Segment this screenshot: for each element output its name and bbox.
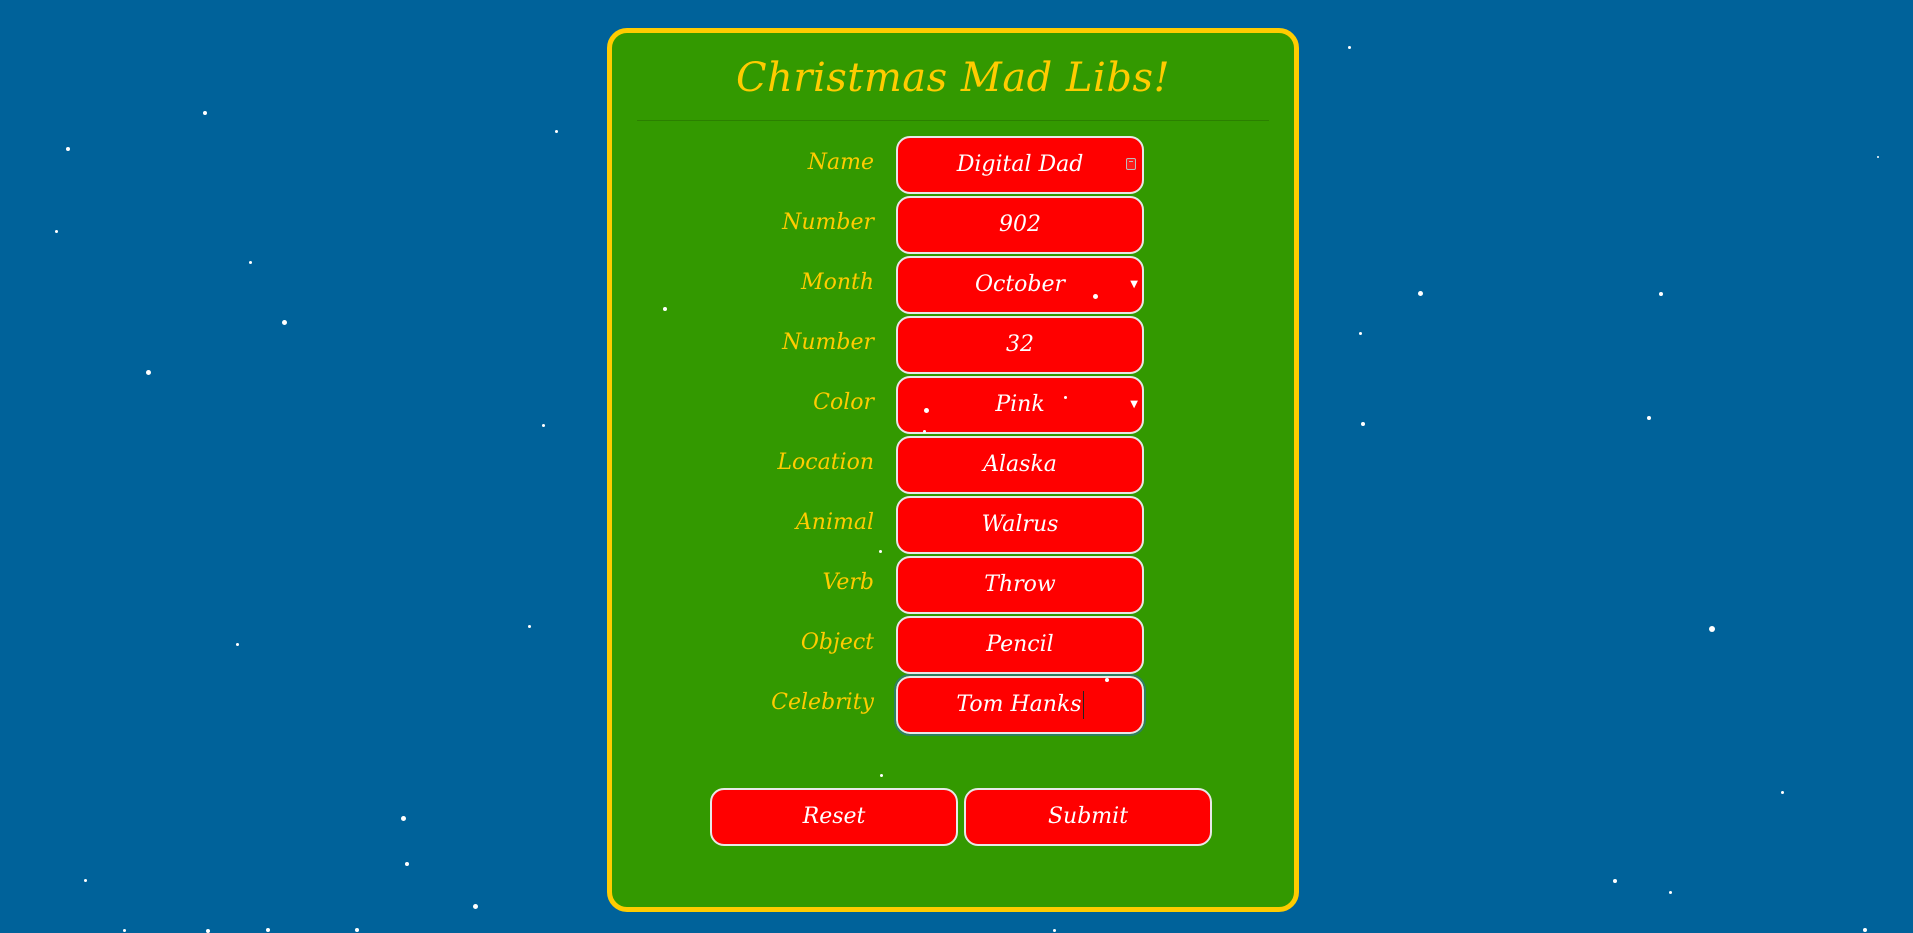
form-row-number-2: Number 32: [612, 316, 1304, 374]
form-row-verb: Verb Throw: [612, 556, 1304, 614]
snowflake: [249, 261, 252, 264]
snowflake: [555, 130, 558, 133]
object-input-value: Pencil: [986, 632, 1054, 657]
snowflake: [282, 320, 287, 325]
number-2-label: Number: [782, 330, 874, 355]
number-input-value: 902: [999, 212, 1041, 237]
color-label: Color: [813, 390, 874, 415]
snowflake: [1647, 416, 1651, 420]
form-row-month: Month October ▼: [612, 256, 1304, 314]
snowflake: [66, 147, 70, 151]
snowflake: [528, 625, 531, 628]
title-divider: [637, 120, 1269, 121]
snowflake: [84, 879, 87, 882]
mad-libs-form-card: Christmas Mad Libs! Name Digital Dad Num…: [607, 28, 1299, 912]
autofill-contact-icon[interactable]: [1126, 158, 1136, 170]
form-row-color: Color Pink ▼: [612, 376, 1304, 434]
snowflake: [1418, 291, 1423, 296]
form-row-number: Number 902: [612, 196, 1304, 254]
form-row-animal: Animal Walrus: [612, 496, 1304, 554]
verb-input-value: Throw: [984, 572, 1056, 597]
snowflake: [1669, 891, 1672, 894]
number-2-input[interactable]: 32: [896, 316, 1144, 374]
animal-input-value: Walrus: [981, 512, 1059, 537]
verb-label: Verb: [822, 570, 875, 595]
form-row-celebrity: Celebrity Tom Hanks: [612, 674, 1304, 736]
text-cursor: [1082, 691, 1084, 719]
snowflake: [1359, 332, 1362, 335]
object-label: Object: [800, 630, 874, 655]
snowflake: [401, 816, 406, 821]
month-label: Month: [801, 270, 874, 295]
name-label: Name: [807, 150, 874, 175]
snowflake: [1659, 292, 1663, 296]
object-input[interactable]: Pencil: [896, 616, 1144, 674]
location-input[interactable]: Alaska: [896, 436, 1144, 494]
month-select[interactable]: October ▼: [896, 256, 1144, 314]
snowflake: [55, 230, 58, 233]
animal-input[interactable]: Walrus: [896, 496, 1144, 554]
snowflake: [206, 929, 210, 933]
snowflake: [1781, 791, 1784, 794]
snowflake: [1863, 928, 1867, 932]
snowflake: [203, 111, 207, 115]
form-row-location: Location Alaska: [612, 436, 1304, 494]
snowflake: [1361, 422, 1365, 426]
snowflake: [405, 862, 409, 866]
snowflake: [266, 928, 270, 932]
snowflake: [1348, 46, 1351, 49]
snowflake: [473, 904, 478, 909]
number-label: Number: [782, 210, 874, 235]
chevron-down-icon: ▼: [1130, 399, 1138, 410]
name-input-value: Digital Dad: [956, 152, 1084, 177]
animal-label: Animal: [795, 510, 874, 535]
name-input[interactable]: Digital Dad: [896, 136, 1144, 194]
snowflake: [1709, 626, 1715, 632]
month-select-value: October: [974, 272, 1066, 297]
chevron-down-icon: ▼: [1130, 279, 1138, 290]
verb-input[interactable]: Throw: [896, 556, 1144, 614]
location-input-value: Alaska: [983, 452, 1057, 477]
color-select[interactable]: Pink ▼: [896, 376, 1144, 434]
snowflake: [355, 928, 359, 932]
snowflake: [146, 370, 151, 375]
celebrity-input[interactable]: Tom Hanks: [894, 674, 1146, 736]
form-row-object: Object Pencil: [612, 616, 1304, 674]
location-label: Location: [777, 450, 874, 475]
number-input[interactable]: 902: [896, 196, 1144, 254]
reset-button[interactable]: Reset: [710, 788, 958, 846]
snowflake: [1877, 156, 1879, 158]
snowflake: [1613, 879, 1617, 883]
snowflake: [542, 424, 545, 427]
submit-button[interactable]: Submit: [964, 788, 1212, 846]
color-select-value: Pink: [995, 392, 1045, 417]
snowflake: [236, 643, 239, 646]
celebrity-input-value: Tom Hanks: [956, 692, 1082, 717]
number-2-input-value: 32: [1006, 332, 1034, 357]
celebrity-label: Celebrity: [771, 690, 874, 715]
snowflake: [1053, 929, 1056, 932]
form-row-name: Name Digital Dad: [612, 136, 1304, 194]
snowflake: [123, 929, 126, 932]
page-title: Christmas Mad Libs!: [735, 55, 1171, 101]
